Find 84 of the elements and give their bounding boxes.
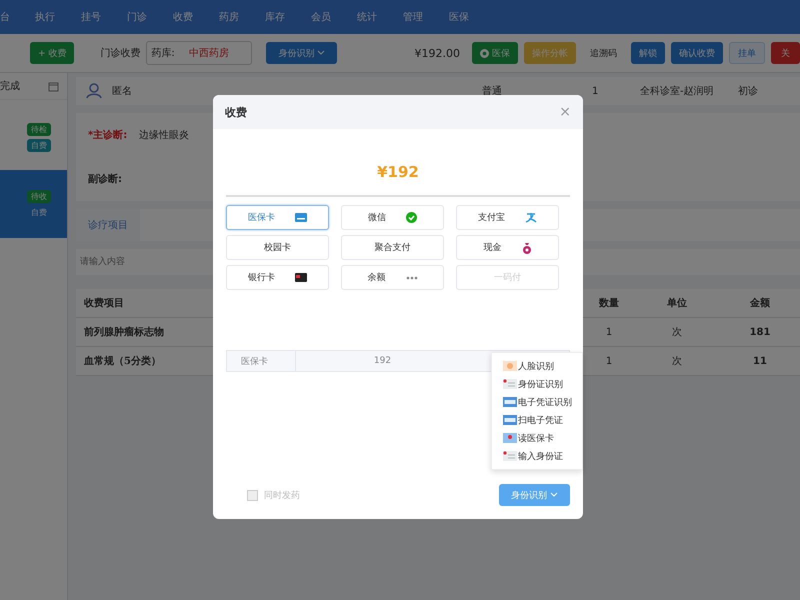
- payment-method-button[interactable]: 支付宝: [456, 205, 559, 230]
- caret-icon: [550, 492, 558, 498]
- pharmacy-field[interactable]: 药库: 中西药房: [146, 41, 252, 65]
- patient-list-item[interactable]: 待检 自费: [0, 112, 67, 162]
- add-charge-button[interactable]: + 收费: [30, 42, 74, 64]
- table-cell-text: 次: [671, 326, 683, 339]
- menu-item[interactable]: 扫电子凭证: [492, 411, 582, 429]
- column-header: 数量: [598, 296, 620, 310]
- nav-item[interactable]: 收费: [160, 10, 206, 24]
- column-header: 金额: [749, 296, 771, 310]
- patient-list-item[interactable]: 待收 自费: [0, 170, 67, 238]
- main-diagnosis-value: 边缘性眼炎: [139, 128, 190, 142]
- payment-method-button[interactable]: 校园卡: [226, 235, 329, 260]
- close-button[interactable]: ×: [559, 104, 571, 120]
- payment-method-button[interactable]: 微信: [341, 205, 444, 230]
- caret-icon: [317, 50, 326, 56]
- bank-card-icon: [295, 273, 307, 282]
- nav-item[interactable]: 统计: [344, 10, 390, 24]
- charge-amount: ¥192: [376, 163, 420, 181]
- tab[interactable]: 诊疗项目: [76, 209, 140, 241]
- nav-item[interactable]: 库存: [252, 10, 298, 24]
- card-icon: [503, 397, 517, 407]
- main-diagnosis-label: *主诊断:: [88, 128, 128, 142]
- payment-method-button[interactable]: 余额: [341, 265, 444, 290]
- nav-item[interactable]: 药房: [206, 10, 252, 24]
- nav-item[interactable]: 挂号: [68, 10, 114, 24]
- payment-method-button[interactable]: 现金: [456, 235, 559, 260]
- dots-icon: [406, 276, 418, 280]
- status-tag: 待收: [27, 190, 51, 202]
- table-cell-text: 前列腺肿瘤标志物: [83, 325, 165, 339]
- column-header: 单位: [666, 296, 688, 310]
- alipay-icon: [525, 212, 537, 223]
- status-tag: 待检: [27, 122, 51, 136]
- status-tag: 自费: [27, 138, 51, 152]
- sidebar-header: 完成: [0, 80, 20, 93]
- id-card-icon: [503, 379, 517, 389]
- nav-item[interactable]: 台: [0, 10, 22, 24]
- split-button[interactable]: 操作分帐: [524, 42, 576, 64]
- insurance-button[interactable]: 医保: [472, 42, 518, 64]
- secondary-diagnosis-label: 副诊断:: [88, 172, 122, 186]
- patient-type: 普通: [482, 84, 503, 98]
- dialog-title: 收费: [225, 104, 247, 120]
- table-cell-text: 血常规（5分类）: [83, 354, 162, 368]
- face-icon: [503, 361, 517, 371]
- table-cell-text: 11: [752, 356, 768, 366]
- nav-item[interactable]: 门诊: [114, 10, 160, 24]
- unlock-button[interactable]: 解锁: [631, 42, 665, 64]
- circle-icon: [480, 48, 489, 58]
- id-recognition-button[interactable]: 身份识别: [266, 42, 338, 64]
- nav-item[interactable]: 医保: [436, 10, 482, 24]
- card-icon: [503, 433, 517, 443]
- person-icon: [86, 83, 102, 99]
- check-icon: [406, 212, 417, 223]
- hold-button[interactable]: 挂单: [729, 42, 765, 64]
- table-cell-text: 次: [671, 355, 683, 368]
- patient-name: 匿名: [112, 85, 133, 98]
- card-icon: [295, 213, 307, 222]
- menu-item[interactable]: 身份证识别: [492, 375, 582, 393]
- money-bag-icon: [522, 242, 532, 254]
- id-card-icon: [503, 451, 517, 461]
- table-cell-text: 1: [604, 326, 614, 338]
- confirm-charge-button[interactable]: 确认收费: [671, 42, 723, 64]
- id-recognition-button[interactable]: 身份识别: [499, 484, 570, 506]
- department: 全科诊室-赵润明: [640, 84, 715, 98]
- payment-method-button[interactable]: 银行卡: [226, 265, 329, 290]
- visit-count: 1: [592, 86, 600, 96]
- payment-method-button[interactable]: 聚合支付: [341, 235, 444, 260]
- column-header: 收费项目: [83, 296, 125, 310]
- nav-item[interactable]: 执行: [22, 10, 68, 24]
- menu-item[interactable]: 读医保卡: [492, 429, 582, 447]
- menu-item[interactable]: 输入身份证: [492, 447, 582, 465]
- calendar-icon[interactable]: [48, 80, 59, 92]
- total-amount: ¥192.00: [414, 46, 460, 60]
- status-label: 自费: [30, 206, 48, 218]
- card-icon: [503, 415, 517, 425]
- menu-item[interactable]: 电子凭证识别: [492, 393, 582, 411]
- nav-item[interactable]: 会员: [298, 10, 344, 24]
- visit-kind: 初诊: [738, 84, 758, 98]
- table-cell-text: 1: [604, 356, 614, 366]
- page-title: 门诊收费: [100, 46, 140, 60]
- payment-method-button[interactable]: 医保卡: [226, 205, 329, 230]
- nav-item[interactable]: 管理: [390, 10, 436, 24]
- close-button[interactable]: 关: [771, 42, 800, 64]
- table-cell-text: 181: [748, 326, 772, 338]
